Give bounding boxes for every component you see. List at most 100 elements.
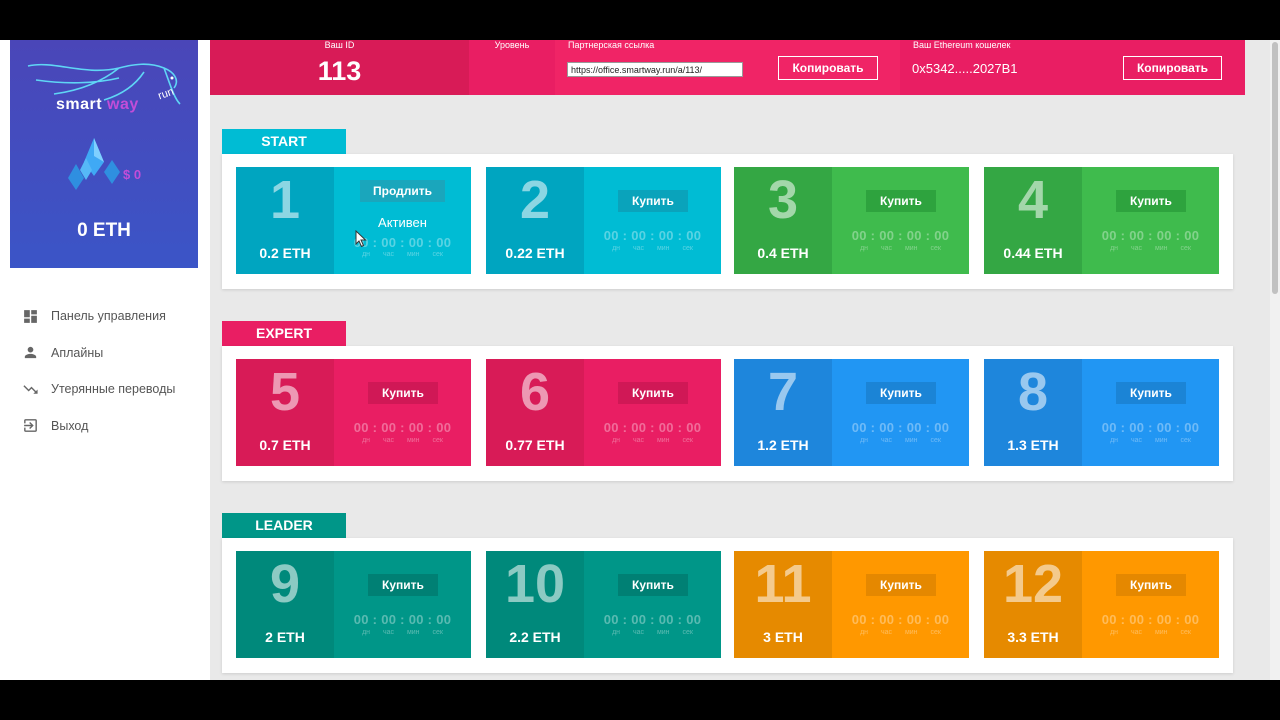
countdown-units: дн час мин сек xyxy=(860,437,941,444)
level-cards: 5 0.7 ETH Купить 00 : 00 : 00 : 00 дн час ми… xyxy=(236,359,1219,466)
user-id-block: Ваш ID 113 xyxy=(210,40,469,95)
level-card: 7 1.2 ETH Купить 00 : 00 : 00 : 00 дн час ми… xyxy=(734,359,969,466)
level-action-panel: Купить 00 : 00 : 00 : 00 дн час мин сек xyxy=(584,551,721,658)
level-card: 2 0.22 ETH Купить 00 : 00 : 00 : 00 дн час м… xyxy=(486,167,721,274)
referral-link-input[interactable] xyxy=(567,62,743,77)
countdown-units: дн час мин сек xyxy=(612,245,693,252)
buy-button[interactable]: Купить xyxy=(368,382,438,404)
countdown-timer: 00 : 00 : 00 : 00 xyxy=(603,420,702,435)
level-price: 0.22 ETH xyxy=(505,245,565,261)
buy-button[interactable]: Купить xyxy=(618,190,688,212)
sidebar-nav: Панель управления Аплайны Утерянные пере… xyxy=(22,298,175,444)
level-card: 9 2 ETH Купить 00 : 00 : 00 : 00 дн час мин … xyxy=(236,551,471,658)
countdown-units: дн час мин сек xyxy=(362,251,443,258)
level-card: 1 0.2 ETH Продлить Активен 00 : 00 : 00 : 00… xyxy=(236,167,471,274)
app-screen: smart way run $ 0 0 ETH Панель управлени… xyxy=(0,40,1280,680)
level-number: 12 xyxy=(1002,554,1064,614)
section-panel-start: 1 0.2 ETH Продлить Активен 00 : 00 : 00 : 00… xyxy=(222,154,1233,289)
level-number: 10 xyxy=(504,554,566,614)
sidebar-item-lost-transfers[interactable]: Утерянные переводы xyxy=(22,371,175,408)
sidebar-item-logout[interactable]: Выход xyxy=(22,408,175,445)
countdown-units: дн час мин сек xyxy=(860,629,941,636)
buy-button[interactable]: Купить xyxy=(618,382,688,404)
countdown-units: дн час мин сек xyxy=(362,629,443,636)
level-price: 0.44 ETH xyxy=(1003,245,1063,261)
countdown-units: дн час мин сек xyxy=(1110,437,1191,444)
level-number-panel: 6 0.77 ETH xyxy=(486,359,584,466)
level-number: 3 xyxy=(767,170,799,230)
buy-button[interactable]: Купить xyxy=(368,574,438,596)
user-id-label: Ваш ID xyxy=(324,40,355,50)
crystal-icon xyxy=(68,138,120,190)
sidebar-item-label: Панель управления xyxy=(51,309,166,324)
buy-button[interactable]: Купить xyxy=(1116,190,1186,212)
section-tab-leader: LEADER xyxy=(222,513,346,538)
level-number-panel: 2 0.22 ETH xyxy=(486,167,584,274)
copy-referral-button[interactable]: Копировать xyxy=(778,56,878,80)
section-tab-expert: EXPERT xyxy=(222,321,346,346)
level-price: 0.77 ETH xyxy=(505,437,565,453)
level-number-panel: 3 0.4 ETH xyxy=(734,167,832,274)
dashboard-icon xyxy=(24,309,37,323)
buy-button[interactable]: Купить xyxy=(1116,382,1186,404)
level-number: 2 xyxy=(519,170,551,230)
level-number: 8 xyxy=(1017,362,1049,422)
account-header: Ваш ID 113 Уровень Партнерская ссылка Ко… xyxy=(210,40,1245,95)
level-number-panel: 11 3 ETH xyxy=(734,551,832,658)
countdown-timer: 00 : 00 : 00 : 00 xyxy=(1101,420,1200,435)
copy-wallet-button[interactable]: Копировать xyxy=(1123,56,1222,80)
balance-usd: $ 0 xyxy=(123,167,142,182)
user-id-value: 113 xyxy=(317,56,362,86)
extend-button[interactable]: Продлить xyxy=(360,180,445,202)
sidebar-item-label: Выход xyxy=(51,418,89,433)
level-action-panel: Купить 00 : 00 : 00 : 00 дн час мин сек xyxy=(832,551,969,658)
countdown-timer: 00 : 00 : 00 : 00 xyxy=(353,612,452,627)
level-price: 2.2 ETH xyxy=(509,629,561,645)
level-number: 6 xyxy=(519,362,551,422)
section-panel-expert: 5 0.7 ETH Купить 00 : 00 : 00 : 00 дн час ми… xyxy=(222,346,1233,481)
sidebar: smart way run $ 0 0 ETH Панель управлени… xyxy=(0,40,210,680)
level-number: 5 xyxy=(269,362,301,422)
wallet-address: 0x5342.....2027B1 xyxy=(912,61,1018,76)
level-price: 2 ETH xyxy=(265,629,305,645)
level-action-panel: Продлить Активен 00 : 00 : 00 : 00 дн час м… xyxy=(334,167,471,274)
level-action-panel: Купить 00 : 00 : 00 : 00 дн час мин сек xyxy=(832,167,969,274)
balance-eth: 0 ETH xyxy=(77,220,131,241)
level-number: 1 xyxy=(269,170,301,230)
buy-button[interactable]: Купить xyxy=(618,574,688,596)
level-price: 0.7 ETH xyxy=(259,437,311,453)
buy-button[interactable]: Купить xyxy=(1116,574,1186,596)
referral-block: Партнерская ссылка Копировать xyxy=(555,40,900,95)
sidebar-item-uplines[interactable]: Аплайны xyxy=(22,335,175,372)
countdown-timer: 00 : 00 : 00 : 00 xyxy=(851,420,950,435)
top-letterbox xyxy=(0,0,1280,40)
level-number-panel: 10 2.2 ETH xyxy=(486,551,584,658)
countdown-units: дн час мин сек xyxy=(860,245,941,252)
buy-button[interactable]: Купить xyxy=(866,574,936,596)
level-price: 0.4 ETH xyxy=(757,245,809,261)
level-action-panel: Купить 00 : 00 : 00 : 00 дн час мин сек xyxy=(334,551,471,658)
buy-button[interactable]: Купить xyxy=(866,382,936,404)
sidebar-item-dashboard[interactable]: Панель управления xyxy=(22,298,175,335)
trending-down-icon xyxy=(23,385,38,394)
countdown-units: дн час мин сек xyxy=(1110,629,1191,636)
wallet-block: Ваш Ethereum кошелек 0x5342.....2027B1 К… xyxy=(900,40,1245,95)
scrollbar-thumb[interactable] xyxy=(1272,42,1278,294)
level-number-panel: 12 3.3 ETH xyxy=(984,551,1082,658)
level-card: 12 3.3 ETH Купить 00 : 00 : 00 : 00 дн час м… xyxy=(984,551,1219,658)
logo-wordmark: smart way xyxy=(56,96,139,113)
buy-button[interactable]: Купить xyxy=(866,190,936,212)
bottom-letterbox xyxy=(0,680,1280,720)
level-block: Уровень xyxy=(469,40,555,95)
sidebar-item-label: Аплайны xyxy=(51,345,104,360)
brand-panel: smart way run $ 0 0 ETH xyxy=(10,40,198,268)
status-text: Активен xyxy=(378,215,427,230)
sidebar-item-label: Утерянные переводы xyxy=(51,382,176,397)
level-action-panel: Купить 00 : 00 : 00 : 00 дн час мин сек xyxy=(832,359,969,466)
level-card: 11 3 ETH Купить 00 : 00 : 00 : 00 дн час мин… xyxy=(734,551,969,658)
level-number-panel: 5 0.7 ETH xyxy=(236,359,334,466)
person-icon xyxy=(24,347,37,359)
level-action-panel: Купить 00 : 00 : 00 : 00 дн час мин сек xyxy=(584,359,721,466)
countdown-units: дн час мин сек xyxy=(362,437,443,444)
countdown-units: дн час мин сек xyxy=(612,437,693,444)
